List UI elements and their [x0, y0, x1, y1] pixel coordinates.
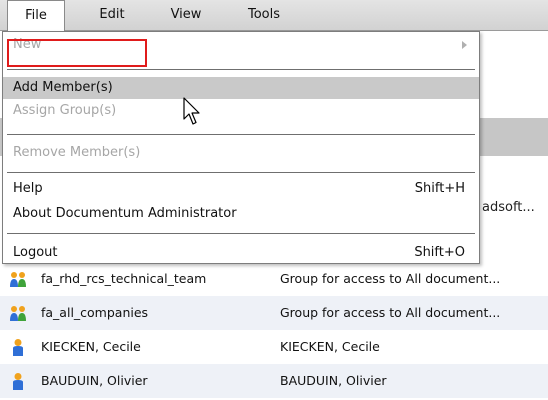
shortcut-logout: Shift+O [414, 245, 465, 260]
list-item[interactable]: KIECKEN, Cecile KIECKEN, Cecile [0, 330, 548, 364]
menu-bar: File Edit View Tools [0, 0, 548, 31]
group-icon [10, 272, 26, 287]
menu-file[interactable]: File [7, 0, 65, 31]
menu-view[interactable]: View [161, 0, 211, 30]
menu-item-assign-groups[interactable]: Assign Group(s) [3, 100, 479, 122]
menu-item-remove-members[interactable]: Remove Member(s) [3, 142, 479, 164]
menu-item-add-members[interactable]: Add Member(s) [3, 77, 479, 99]
highlight-box [7, 39, 147, 67]
member-description: Group for access to All document... [280, 271, 501, 286]
menu-tools[interactable]: Tools [236, 0, 292, 30]
menu-item-logout[interactable]: Logout Shift+O [3, 242, 479, 264]
list-item[interactable]: BAUDUIN, Olivier BAUDUIN, Olivier [0, 364, 548, 398]
menu-separator [7, 233, 475, 234]
member-description: BAUDUIN, Olivier [280, 373, 387, 388]
menu-edit[interactable]: Edit [87, 0, 137, 30]
menu-separator [7, 172, 475, 173]
mouse-cursor-icon [183, 97, 200, 125]
member-description: KIECKEN, Cecile [280, 339, 380, 354]
member-description: Group for access to All document... [280, 305, 501, 320]
menu-item-about[interactable]: About Documentum Administrator [3, 203, 479, 225]
menu-separator [7, 69, 475, 70]
menu-item-help[interactable]: Help Shift+H [3, 178, 479, 200]
member-name: fa_rhd_rcs_technical_team [41, 271, 207, 286]
list-item[interactable]: fa_all_companies Group for access to All… [0, 296, 548, 330]
obscured-cell-text: adsoft... [482, 200, 535, 215]
submenu-arrow-icon [462, 41, 467, 49]
group-icon [10, 306, 26, 321]
shortcut-help: Shift+H [414, 181, 465, 196]
list-item[interactable]: fa_rhd_rcs_technical_team Group for acce… [0, 262, 548, 296]
user-icon [13, 339, 23, 356]
member-name: BAUDUIN, Olivier [41, 373, 148, 388]
menu-separator [7, 134, 475, 135]
member-name: KIECKEN, Cecile [41, 339, 141, 354]
user-icon [13, 373, 23, 390]
member-name: fa_all_companies [41, 305, 149, 320]
